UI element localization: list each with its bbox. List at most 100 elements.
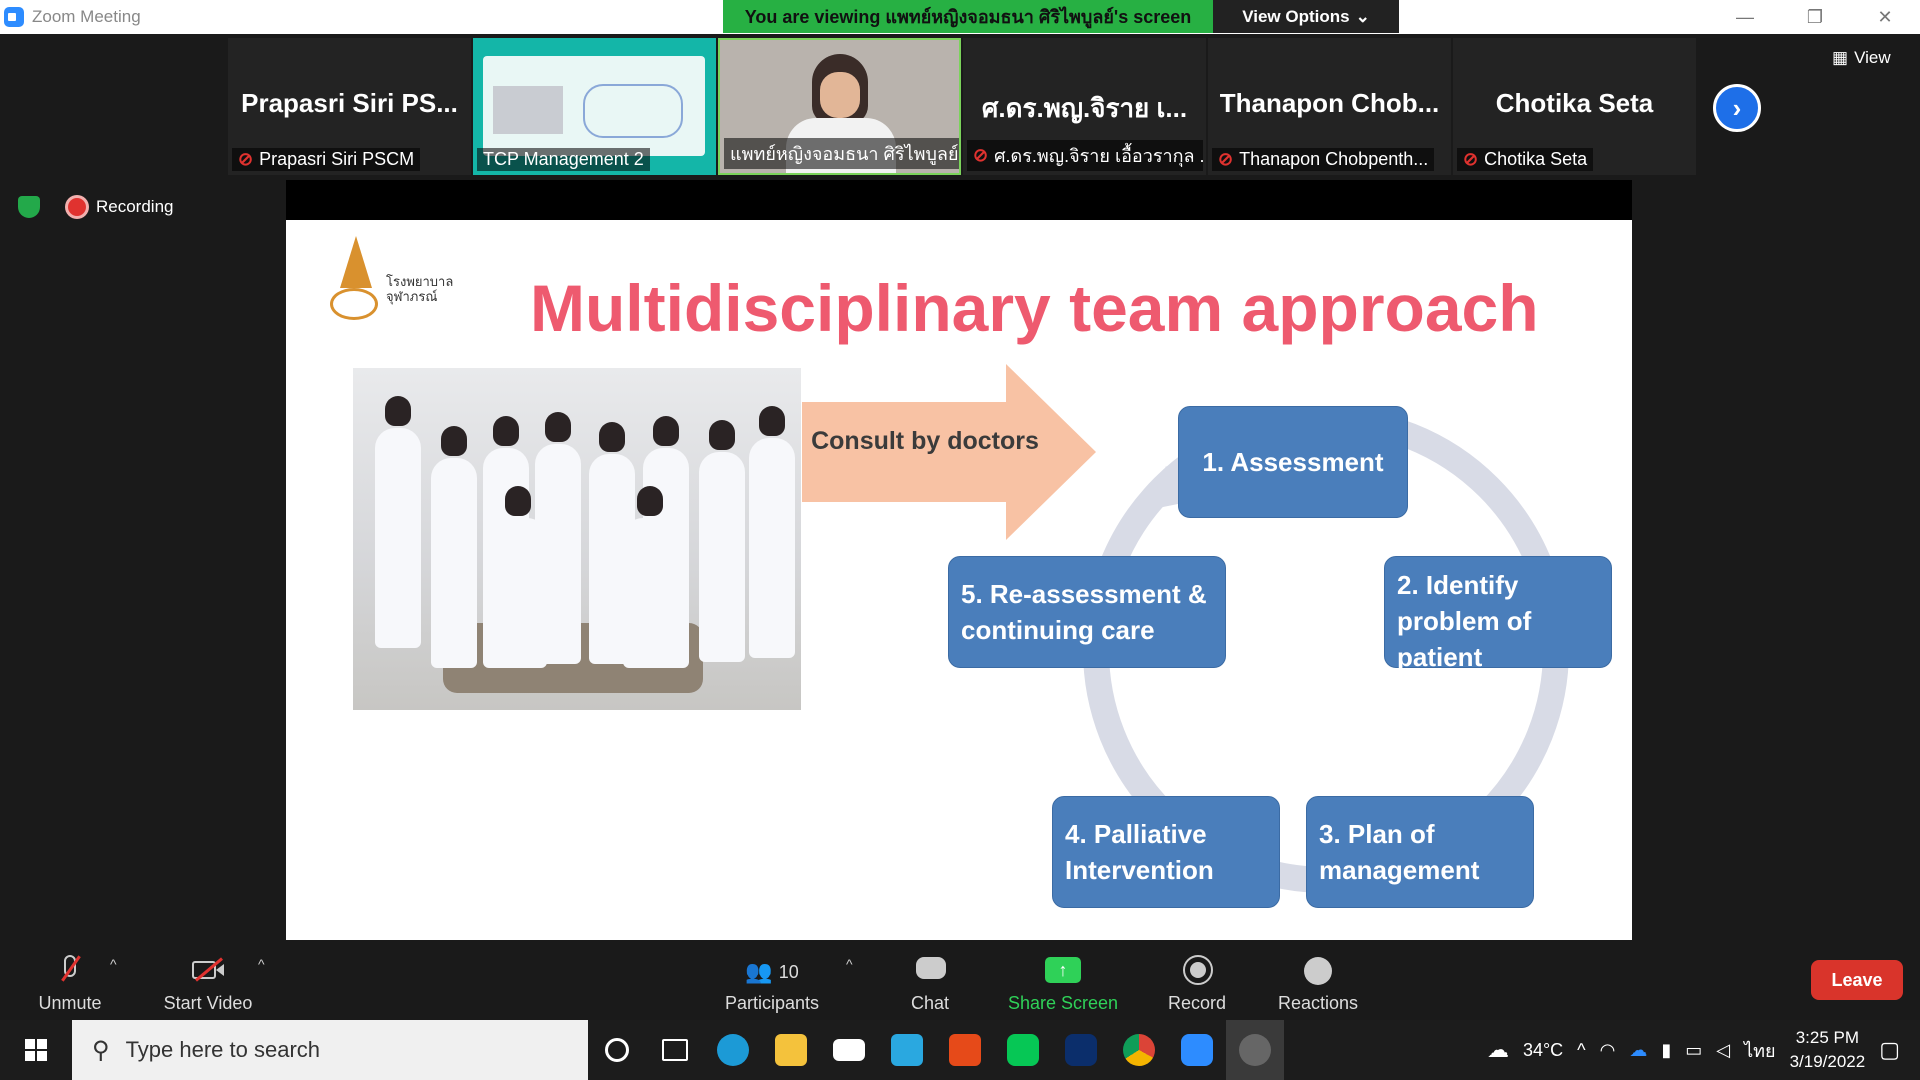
photos-icon[interactable] xyxy=(1226,1020,1284,1080)
participants-button[interactable]: 👥 10 Participants xyxy=(722,942,822,1020)
view-options-button[interactable]: View Options ⌄ xyxy=(1213,0,1399,33)
start-button[interactable] xyxy=(0,1020,72,1080)
taskbar-search-box[interactable]: ⚲ Type here to search xyxy=(72,1020,588,1080)
chevron-down-icon: ⌄ xyxy=(1355,6,1370,26)
arrow-label: Consult by doctors xyxy=(811,427,1039,455)
view-button-label: View xyxy=(1854,48,1891,67)
grid-icon: ▦ xyxy=(1832,48,1849,67)
search-placeholder: Type here to search xyxy=(125,1037,321,1062)
clock-date: 3/19/2022 xyxy=(1789,1052,1866,1071)
video-off-icon xyxy=(190,953,226,985)
step-label: 5. Re-assessment & continuing care xyxy=(961,579,1207,645)
language-indicator[interactable]: ไทย xyxy=(1744,1036,1775,1065)
edge-icon[interactable] xyxy=(704,1020,762,1080)
chat-icon xyxy=(912,953,948,985)
chat-label: Chat xyxy=(910,993,950,1013)
photo-head xyxy=(709,420,735,450)
chevron-up-icon[interactable]: ^ xyxy=(1577,1040,1585,1061)
mail-icon[interactable] xyxy=(820,1020,878,1080)
participant-caption: ⊘ Thanapon Chobpenth... xyxy=(1212,148,1435,171)
volume-icon[interactable]: ◁ xyxy=(1716,1040,1730,1061)
reactions-button[interactable]: Reactions xyxy=(1270,942,1366,1020)
clock[interactable]: 3:25 PM 3/19/2022 xyxy=(1790,1026,1866,1074)
step-re-assessment: 5. Re-assessment & continuing care xyxy=(948,556,1226,668)
l-app-icon[interactable] xyxy=(878,1020,936,1080)
participant-tile-active-speaker[interactable]: แพทย์หญิงจอมธนา ศิริไพบูลย์ xyxy=(718,38,961,175)
security-shield-icon[interactable] xyxy=(18,196,40,218)
team-photo xyxy=(353,368,801,710)
task-view-icon[interactable] xyxy=(646,1020,704,1080)
share-screen-button[interactable]: ↑ Share Screen xyxy=(1004,942,1122,1020)
video-face xyxy=(820,72,860,118)
chrome-icon[interactable] xyxy=(1110,1020,1168,1080)
photo-head xyxy=(493,416,519,446)
participant-count: 10 xyxy=(778,961,799,982)
audio-options-caret[interactable]: ^ xyxy=(110,956,117,972)
view-options-label: View Options xyxy=(1242,6,1350,26)
webex-icon[interactable] xyxy=(1052,1020,1110,1080)
file-explorer-icon[interactable] xyxy=(762,1020,820,1080)
participant-tile[interactable]: Prapasri Siri PS... ⊘ Prapasri Siri PSCM xyxy=(228,38,471,175)
photo-head xyxy=(653,416,679,446)
record-button[interactable]: Record xyxy=(1164,942,1230,1020)
weather-icon[interactable]: ☁ xyxy=(1487,1037,1509,1063)
line-icon[interactable] xyxy=(994,1020,1052,1080)
reactions-label: Reactions xyxy=(1277,993,1359,1013)
weather-temp[interactable]: 34°C xyxy=(1523,1040,1563,1061)
step-label: 1. Assessment xyxy=(1202,447,1384,477)
network-icon[interactable]: ◠ xyxy=(1600,1040,1616,1061)
minimize-button[interactable]: — xyxy=(1710,0,1780,34)
participant-caption-text: ศ.ดร.พญ.จิราย เอื้อวรากุล ... xyxy=(994,146,1203,166)
participant-tile[interactable]: ศ.ดร.พญ.จิราย เ... ⊘ ศ.ดร.พญ.จิราย เอื้อ… xyxy=(963,38,1206,175)
video-options-caret[interactable]: ^ xyxy=(258,956,265,972)
zoom-icon[interactable] xyxy=(1168,1020,1226,1080)
unmute-label: Unmute xyxy=(38,993,102,1013)
search-icon: ⚲ xyxy=(92,1036,110,1064)
photo-person xyxy=(375,428,421,648)
battery-icon[interactable]: ▭ xyxy=(1685,1040,1702,1061)
participant-tile[interactable]: Chotika Seta ⊘ Chotika Seta xyxy=(1453,38,1696,175)
step-label: 3. Plan of management xyxy=(1319,819,1480,885)
record-icon xyxy=(1179,953,1215,985)
participant-tile[interactable]: TCP Management 2 xyxy=(473,38,716,175)
photo-head xyxy=(599,422,625,452)
view-button[interactable]: ▦ View xyxy=(1832,48,1891,68)
system-tray: ☁ 34°C ^ ◠ ☁ ▮ ▭ ◁ ไทย 3:25 PM 3/19/2022… xyxy=(1487,1020,1920,1080)
participant-caption-text: Prapasri Siri PSCM xyxy=(259,149,415,169)
step-palliative-intervention: 4. Palliative Intervention xyxy=(1052,796,1280,908)
mic-muted-icon: ⊘ xyxy=(1218,149,1234,169)
chat-button[interactable]: Chat xyxy=(898,942,962,1020)
step-label: 2. Identify problem of patient xyxy=(1397,570,1532,672)
photo-head xyxy=(441,426,467,456)
cortana-icon[interactable] xyxy=(588,1020,646,1080)
notification-icon[interactable]: ▢ xyxy=(1879,1037,1900,1063)
photo-head xyxy=(637,486,663,516)
mic-muted-icon xyxy=(52,953,88,985)
participants-options-caret[interactable]: ^ xyxy=(846,956,853,972)
participant-caption: TCP Management 2 xyxy=(477,148,650,171)
recording-label: Recording xyxy=(96,197,174,216)
participant-caption: ⊘ Prapasri Siri PSCM xyxy=(232,148,421,171)
consult-arrow: Consult by doctors xyxy=(802,364,1096,540)
leave-button[interactable]: Leave xyxy=(1811,960,1903,1000)
participant-caption-text: Chotika Seta xyxy=(1484,149,1588,169)
logo-spire xyxy=(340,236,372,288)
windows-logo-icon xyxy=(25,1039,47,1061)
restore-button[interactable]: ❐ xyxy=(1780,0,1850,34)
mic-muted-icon: ⊘ xyxy=(973,145,989,165)
participant-caption-text: TCP Management 2 xyxy=(483,149,644,169)
shared-slide: โรงพยาบาล จุฬาภรณ์ Multidisciplinary tea… xyxy=(286,220,1632,940)
participant-tile[interactable]: Thanapon Chob... ⊘ Thanapon Chobpenth... xyxy=(1208,38,1451,175)
onedrive-icon[interactable]: ☁ xyxy=(1629,1040,1647,1061)
photo-head xyxy=(545,412,571,442)
meeting-controls: Unmute ^ Start Video ^ 👥 10 Participants… xyxy=(0,942,1920,1020)
start-video-button[interactable]: Start Video xyxy=(160,942,256,1020)
microphone-icon[interactable]: ▮ xyxy=(1661,1040,1671,1061)
unmute-button[interactable]: Unmute xyxy=(30,942,110,1020)
screen-share-banner: You are viewing แพทย์หญิงจอมธนา ศิริไพบู… xyxy=(723,0,1213,33)
clock-time: 3:25 PM xyxy=(1795,1028,1860,1047)
mic-muted-icon: ⊘ xyxy=(238,149,254,169)
next-page-button[interactable]: › xyxy=(1713,84,1761,132)
office-icon[interactable] xyxy=(936,1020,994,1080)
close-button[interactable]: ✕ xyxy=(1850,0,1920,34)
